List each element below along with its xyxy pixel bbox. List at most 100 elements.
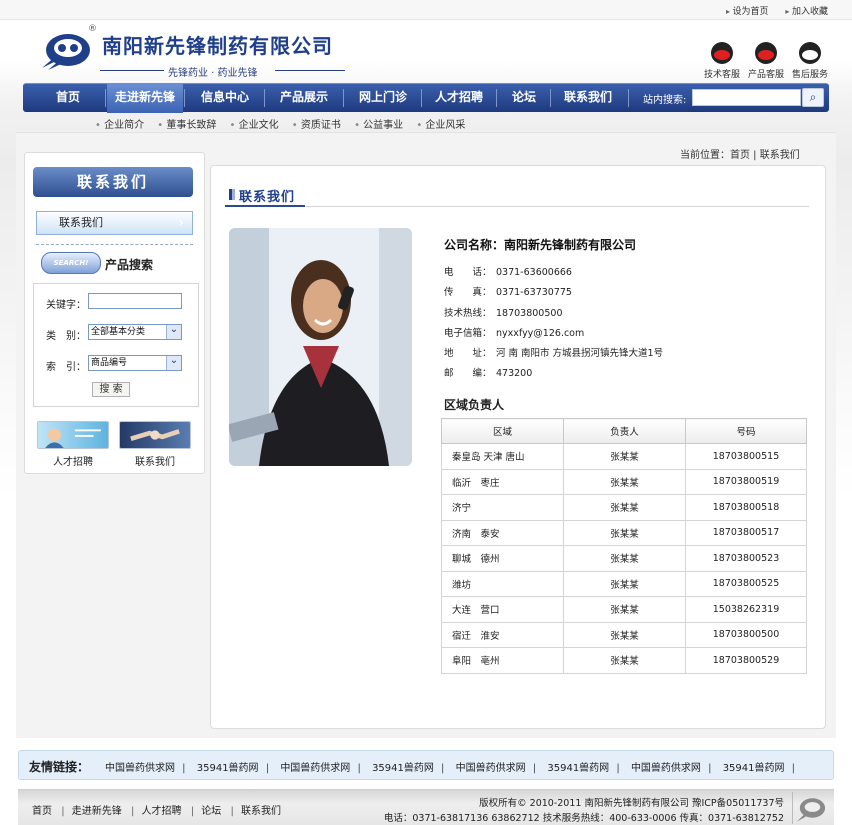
nav-contact[interactable]: 联系我们 [552, 84, 624, 113]
phone-cell: 18703800500 [685, 621, 807, 648]
phone-cell: 18703800518 [685, 494, 807, 521]
table-row: 潍坊 张某某 18703800525 [441, 570, 807, 597]
qq-tech-support[interactable]: 技术客服 [703, 42, 741, 80]
nav-divider [550, 89, 551, 107]
subnav-item[interactable]: 公益事业 [354, 120, 403, 131]
friend-link[interactable]: 中国兽药供求网 [105, 763, 186, 774]
info-value[interactable]: nyxxfyy@126.com [496, 328, 584, 339]
table-row: 大连 营口 张某某 15038262319 [441, 596, 807, 623]
subnav-item[interactable]: 企业风采 [416, 120, 465, 131]
manager-cell: 张某某 [563, 519, 686, 546]
nav-clinic[interactable]: 网上门诊 [345, 84, 421, 113]
friend-link[interactable]: 35941兽药网 [723, 763, 795, 774]
qq-icon [755, 42, 777, 64]
slogan-divider [275, 70, 345, 71]
region-cell: 大连 营口 [441, 596, 564, 623]
search-button[interactable]: 搜 索 [92, 382, 130, 397]
friend-link[interactable]: 35941兽药网 [547, 763, 619, 774]
category-label: 类 别： [46, 331, 86, 342]
sidebar-title: 联系我们 [33, 167, 193, 197]
contact-postcode: 邮 编： 473200 [444, 365, 532, 379]
footer-link[interactable]: 首页 [32, 806, 52, 817]
category-select[interactable]: 全部基本分类 [88, 324, 182, 340]
top-links: 设为首页 加入收藏 [712, 4, 828, 17]
footer-link[interactable]: 人才招聘 [131, 806, 182, 817]
table-row: 济宁 张某某 18703800518 [441, 494, 807, 521]
sidebar-item-contact[interactable]: 联系我们 [36, 211, 193, 235]
manager-cell: 张某某 [563, 570, 686, 597]
nav-news[interactable]: 信息中心 [186, 84, 264, 113]
contact-email: 电子信箱： nyxxfyy@126.com [444, 325, 584, 339]
subnav-item[interactable]: 企业文化 [230, 120, 279, 131]
qq-after-sales[interactable]: 售后服务 [791, 42, 829, 80]
breadcrumb: 当前位置：首页 | 联系我们 [680, 150, 800, 161]
site-search-input[interactable] [692, 89, 801, 106]
sub-nav: 企业简介 董事长致辞 企业文化 资质证书 公益事业 企业风采 [95, 116, 475, 131]
phone-cell: 18703800525 [685, 570, 807, 597]
friend-link[interactable]: 中国兽药供求网 [631, 763, 712, 774]
subnav-item[interactable]: 资质证书 [292, 120, 341, 131]
main-nav: 首页 走进新先锋 信息中心 产品展示 网上门诊 人才招聘 论坛 联系我们 站内搜… [23, 83, 829, 113]
friend-link[interactable]: 中国兽药供求网 [456, 763, 537, 774]
region-cell: 阜阳 亳州 [441, 647, 564, 674]
keyword-input[interactable] [88, 293, 182, 309]
friend-link[interactable]: 35941兽药网 [197, 763, 269, 774]
footer-link[interactable]: 论坛 [191, 806, 222, 817]
handshake-icon[interactable] [119, 421, 191, 449]
search-icon[interactable]: ⌕ [802, 88, 824, 107]
phone-cell: 18703800515 [685, 443, 807, 470]
footer-logo-icon [792, 792, 826, 824]
nav-divider [421, 89, 422, 107]
manager-cell: 张某某 [563, 443, 686, 470]
recruit-banner-icon[interactable] [37, 421, 109, 449]
title-underline [225, 205, 305, 207]
index-select[interactable]: 商品编号 [88, 355, 182, 371]
subnav-item[interactable]: 企业简介 [95, 120, 144, 131]
info-value: 河 南 南阳市 方城县拐河镇先锋大道1号 [496, 348, 664, 359]
promo-label[interactable]: 联系我们 [119, 453, 191, 468]
info-key: 传 真： [444, 287, 492, 298]
contact-phone: 电 话： 0371-63600666 [444, 264, 572, 278]
add-favorite-link[interactable]: 加入收藏 [785, 7, 828, 17]
set-homepage-link[interactable]: 设为首页 [726, 7, 769, 17]
nav-divider [264, 89, 265, 107]
nav-products[interactable]: 产品展示 [266, 84, 342, 113]
nav-jobs[interactable]: 人才招聘 [423, 84, 495, 113]
manager-cell: 张某某 [563, 596, 686, 623]
index-label: 索 引： [46, 362, 86, 373]
footer-link[interactable]: 联系我们 [230, 806, 281, 817]
region-cell: 临沂 枣庄 [441, 468, 564, 495]
nav-forum[interactable]: 论坛 [498, 84, 550, 113]
nav-about[interactable]: 走进新先锋 [107, 84, 183, 113]
region-cell: 潍坊 [441, 570, 564, 597]
company-logo-icon[interactable] [38, 28, 96, 72]
column-header: 区域 [441, 418, 564, 444]
region-cell: 聊城 德州 [441, 545, 564, 572]
nav-divider [343, 89, 344, 107]
footer-link[interactable]: 走进新先锋 [61, 806, 122, 817]
footer-nav: 首页 走进新先锋 人才招聘 论坛 联系我们 [32, 802, 287, 817]
footer: 首页 走进新先锋 人才招聘 论坛 联系我们 版权所有© 2010-2011 南阳… [18, 789, 834, 825]
subnav-item[interactable]: 董事长致辞 [157, 120, 216, 131]
phone-cell: 15038262319 [685, 596, 807, 623]
copyright: 版权所有© 2010-2011 南阳新先锋制药有限公司 豫ICP备0501173… [479, 798, 784, 809]
qq-label: 技术客服 [703, 70, 740, 80]
page-title: 联系我们 [227, 186, 295, 205]
table-row: 秦皇岛 天津 唐山 张某某 18703800515 [441, 443, 807, 470]
promo-label[interactable]: 人才招聘 [37, 453, 109, 468]
info-value: 473200 [496, 368, 533, 379]
phone-cell: 18703800529 [685, 647, 807, 674]
friend-link[interactable]: 中国兽药供求网 [280, 763, 361, 774]
info-value: 0371-63730775 [496, 287, 572, 298]
nav-home[interactable]: 首页 [31, 84, 105, 113]
product-search-title: 产品搜索 [105, 258, 154, 272]
company-name-logo[interactable]: 南阳新先锋制药有限公司 [102, 30, 333, 59]
qq-product-support[interactable]: 产品客服 [747, 42, 785, 80]
nav-divider [184, 89, 185, 107]
friend-link[interactable]: 35941兽药网 [372, 763, 444, 774]
slogan-divider [100, 70, 164, 71]
contact-hotline: 技术热线： 18703800500 [444, 305, 563, 319]
page: { "toplinks": {"homepage": "设为首页", "favo… [0, 0, 852, 825]
table-row: 聊城 德州 张某某 18703800523 [441, 545, 807, 572]
nav-divider [628, 89, 629, 107]
